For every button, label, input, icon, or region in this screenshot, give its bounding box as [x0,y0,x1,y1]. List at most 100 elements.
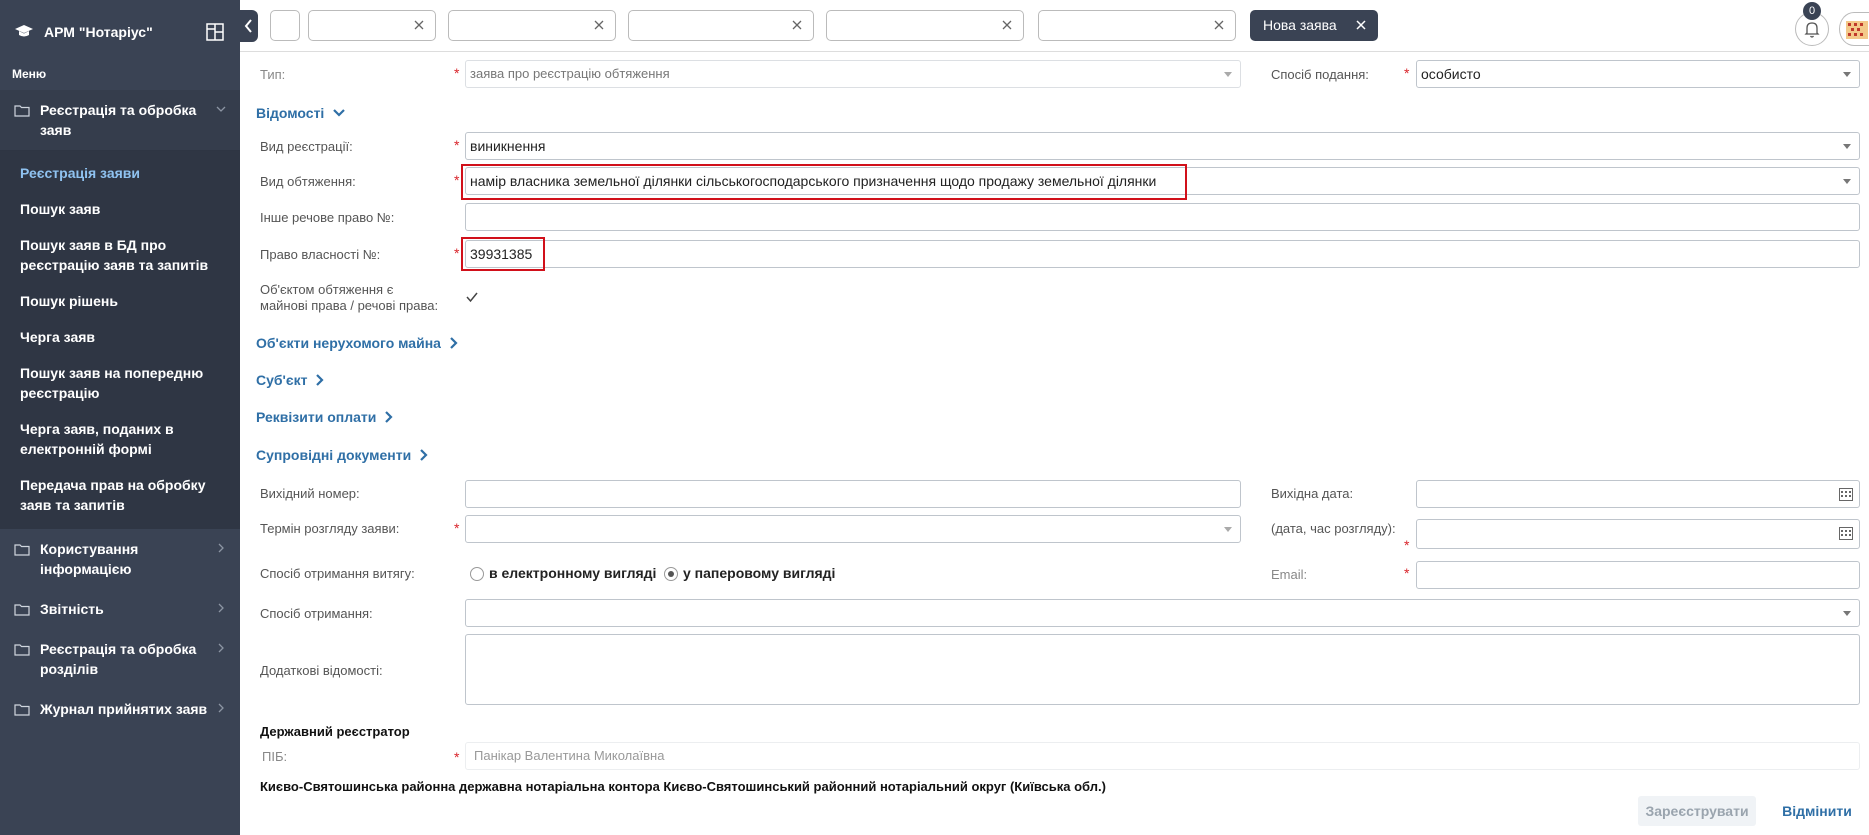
sidebar-group-label: Журнал прийнятих заяв [40,701,208,717]
out-date-input[interactable] [1416,480,1860,508]
app-title: АРМ "Нотаріус" [44,24,153,40]
chevron-right-icon [218,543,224,553]
sidebar-item-search-decisions[interactable]: Пошук рішень [0,283,240,319]
sidebar-item-search-prelim[interactable]: Пошук заяв на попередню реєстрацію [0,355,240,411]
tab-new-application[interactable]: Нова заява [1250,10,1378,41]
type-value: заява про реєстрацію обтяження [470,66,670,81]
dropdown-arrow-icon [1224,72,1232,77]
review-date-label: (дата, час розгляду): [1271,521,1396,536]
ownership-label: Право власності №: [260,247,381,262]
menu-label: Меню [12,67,47,81]
close-icon[interactable] [1213,19,1225,31]
required-mark: * [454,65,460,81]
sidebar-item-queue[interactable]: Черга заяв [0,319,240,355]
receive-method-label: Спосіб отримання: [260,606,373,621]
required-mark: * [1404,565,1410,581]
type-label: Тип: [260,67,286,82]
sidebar-group-label: Користування інформацією [40,541,139,577]
dropdown-arrow-icon [1843,179,1851,184]
sidebar-group-label: Звітність [40,601,104,617]
chevron-right-icon [420,449,428,461]
cancel-button[interactable]: Відмінити [1772,796,1862,826]
close-icon[interactable] [1355,19,1367,31]
other-right-label: Інше речове право №: [260,210,395,225]
radio-paper[interactable] [664,567,678,581]
avatar[interactable] [1839,12,1869,46]
additional-label: Додаткові відомості: [260,663,383,678]
close-icon[interactable] [413,19,425,31]
section-payment[interactable]: Реквізити оплати [256,409,394,425]
sidebar-item-search-db[interactable]: Пошук заяв в БД про реєстрацію заяв та з… [0,227,240,283]
tab-empty[interactable] [270,10,300,41]
section-info[interactable]: Відомості [256,105,346,121]
notification-badge: 0 [1803,2,1821,20]
chevron-down-icon [333,109,346,117]
tab-2[interactable] [448,10,616,41]
tab-1[interactable] [308,10,436,41]
close-icon[interactable] [593,19,605,31]
sidebar-item-transfer-rights[interactable]: Передача прав на обробку заяв та запитів [0,467,240,523]
email-label: Email: [1271,567,1308,582]
sidebar-item-register-application[interactable]: Реєстрація заяви [0,155,240,191]
encumbrance-label: Вид обтяження: [260,174,356,189]
ownership-input[interactable]: 39931385 [465,240,1860,268]
section-objects[interactable]: Об'єкти нерухомого майна [256,335,459,351]
tab-3[interactable] [628,10,814,41]
required-mark: * [454,520,460,536]
sidebar-group-reports[interactable]: Звітність [0,589,240,629]
calendar-icon[interactable] [1839,527,1853,540]
review-date-input[interactable] [1416,519,1860,549]
email-input[interactable] [1416,561,1860,589]
register-button[interactable]: Зареєструвати [1638,796,1756,826]
tab-4[interactable] [826,10,1024,41]
object-label-line2: майнові права / речові права: [260,298,439,313]
reg-kind-label: Вид реєстрації: [260,139,353,154]
section-docs[interactable]: Супровідні документи [256,447,429,463]
dropdown-arrow-icon [1224,527,1232,532]
tab-5[interactable] [1038,10,1236,41]
other-right-input[interactable] [465,203,1860,231]
folder-icon [14,644,30,656]
chevron-right-icon [316,374,325,386]
section-docs-label: Супровідні документи [256,447,412,463]
additional-textarea[interactable] [465,634,1860,705]
submit-method-select[interactable]: особисто [1416,60,1860,88]
graduation-cap-icon [15,25,33,37]
section-subject[interactable]: Суб'єкт [256,372,325,388]
object-checkbox[interactable] [465,290,479,304]
layout-icon[interactable] [206,23,224,41]
collapse-sidebar-button[interactable] [240,10,258,42]
required-mark: * [1404,65,1410,81]
out-number-input[interactable] [465,480,1241,508]
type-select[interactable]: заява про реєстрацію обтяження [465,60,1241,88]
radio-paper-label[interactable]: у паперовому вигляді [683,565,835,581]
submit-method-label: Спосіб подання: [1271,67,1369,82]
pib-input: Панікар Валентина Миколаївна [465,742,1860,770]
calendar-icon[interactable] [1839,488,1853,501]
radio-electronic-label[interactable]: в електронному вигляді [489,565,656,581]
chevron-right-icon [218,603,224,613]
sidebar-group-info[interactable]: Користування інформацією [0,529,240,589]
sidebar-group-journal[interactable]: Журнал прийнятих заяв [0,689,240,729]
office-text: Києво-Святошинська районна державна нота… [260,779,1106,794]
sidebar-group-registration[interactable]: Реєстрація та обробка заяв [0,90,240,151]
sidebar-group-sections[interactable]: Реєстрація та обробка розділів [0,629,240,689]
object-label-line1: Об'єктом обтяження є [260,282,394,297]
folder-icon [14,544,30,556]
close-icon[interactable] [1001,19,1013,31]
close-icon[interactable] [791,19,803,31]
sidebar-group-label: Реєстрація та обробка заяв [40,102,197,138]
radio-electronic[interactable] [470,567,484,581]
tab-label: Нова заява [1263,17,1337,33]
sidebar-header: АРМ "Нотаріус" [0,0,240,64]
required-mark: * [454,172,460,188]
receive-method-select[interactable] [465,599,1860,627]
review-term-select[interactable] [465,515,1241,543]
highlight-box [461,164,1187,200]
sidebar-item-search-applications[interactable]: Пошук заяв [0,191,240,227]
sidebar-submenu: Реєстрація заяви Пошук заяв Пошук заяв в… [0,151,240,529]
out-date-label: Вихідна дата: [1271,486,1354,501]
reg-kind-select[interactable]: виникнення [465,132,1860,160]
sidebar-item-queue-electronic[interactable]: Черга заяв, поданих в електронній формі [0,411,240,467]
folder-icon [14,704,30,716]
